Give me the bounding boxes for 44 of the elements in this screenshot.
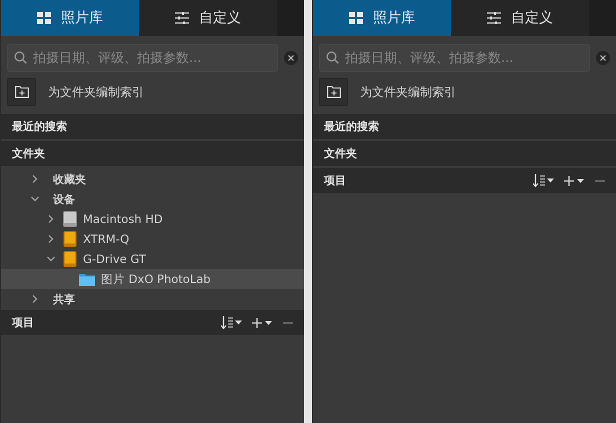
tree-item[interactable]: 收藏夹 (53, 172, 86, 186)
chevron-icon[interactable] (31, 175, 39, 183)
tree-item[interactable]: 设备 (53, 192, 75, 206)
tab[interactable]: 自定义 (139, 0, 277, 36)
sliders-icon (175, 12, 189, 24)
tree-item[interactable]: 共享 (53, 292, 75, 306)
drive-icon (63, 211, 77, 227)
section-header[interactable]: 最近的搜索 (313, 114, 616, 141)
chevron-icon[interactable] (47, 215, 55, 223)
chevron-icon[interactable] (31, 195, 39, 203)
chevron-icon[interactable] (31, 295, 39, 303)
drive-icon (63, 231, 77, 247)
clear-icon[interactable] (596, 51, 610, 65)
tab[interactable]: 照片库 (1, 0, 139, 36)
add-icon[interactable] (252, 316, 274, 328)
items-title: 项目 (12, 315, 34, 330)
search-field[interactable]: 拍摄日期、评级、拍摄参数... (319, 44, 590, 72)
sort-icon[interactable] (533, 174, 555, 188)
chevron-icon[interactable] (47, 235, 55, 243)
drive-icon (63, 251, 77, 267)
index-folder-label: 为文件夹编制索引 (48, 84, 144, 100)
section-header[interactable]: 文件夹 (1, 141, 304, 168)
sliders-icon (487, 12, 501, 24)
index-folder-button[interactable] (319, 78, 348, 106)
items-title: 项目 (324, 173, 346, 188)
clear-icon[interactable] (284, 51, 298, 65)
chevron-icon[interactable] (47, 255, 55, 263)
folder-icon (79, 272, 95, 286)
grid-icon (37, 12, 51, 24)
tree-item[interactable]: Macintosh HD (83, 212, 163, 226)
search-field[interactable]: 拍摄日期、评级、拍摄参数... (7, 44, 278, 72)
grid-icon (349, 12, 363, 24)
folder-plus-icon (14, 86, 28, 98)
tab[interactable]: 照片库 (313, 0, 451, 36)
tab[interactable]: 自定义 (451, 0, 589, 36)
tree-item[interactable]: XTRM-Q (83, 232, 130, 246)
tree-item[interactable]: G-Drive GT (83, 252, 146, 266)
index-folder-button[interactable] (7, 78, 36, 106)
add-icon[interactable] (564, 174, 586, 186)
sort-icon[interactable] (221, 316, 243, 330)
section-header[interactable]: 文件夹 (313, 141, 616, 168)
folder-plus-icon (326, 86, 340, 98)
index-folder-label: 为文件夹编制索引 (360, 84, 456, 100)
section-header[interactable]: 最近的搜索 (1, 114, 304, 141)
